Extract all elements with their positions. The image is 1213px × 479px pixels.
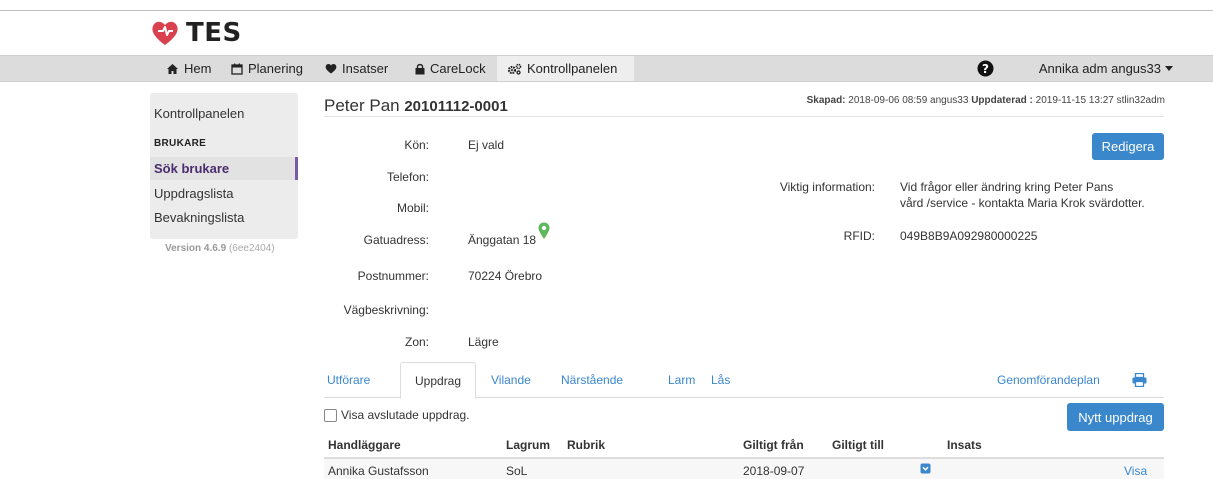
updated-label: Uppdaterad : [971,95,1033,106]
lock-icon [415,63,425,74]
tab-uppdrag[interactable]: Uppdrag [400,362,477,399]
record-meta: Skapad: 2018-09-06 08:59 angus33 Uppdate… [807,95,1165,106]
cell-lagrum: SoL [506,464,528,478]
viktig-information-label: Viktig information: [779,180,875,194]
kon-value: Ej vald [468,138,505,152]
column-header-rubrik[interactable]: Rubrik [567,438,605,452]
zon-label: Zon: [404,335,429,349]
edit-button[interactable]: Redigera [1092,133,1164,160]
mobil-label: Mobil: [396,201,429,215]
sidebar: Kontrollpanelen BRUKARE Sök brukare Uppd… [150,93,298,239]
postnummer-label: Postnummer: [357,269,429,283]
column-header-lagrum[interactable]: Lagrum [506,438,550,452]
cell-handlaggare: Annika Gustafsson [328,464,429,478]
nav-label: CareLock [430,61,486,76]
viktig-information-line: vård /service - kontakta Maria Krok svär… [900,196,1145,210]
rfid-label: RFID: [843,229,875,243]
version-number: Version 4.6.9 [165,243,227,254]
gatuadress-value: Änggatan 18 [468,233,537,247]
nav-label: Hem [184,61,212,76]
view-link[interactable]: Visa [1124,464,1147,478]
sidebar-item-label: Bevakningslista [154,210,245,225]
sidebar-item-uppdragslista[interactable]: Uppdragslista [150,182,298,205]
sidebar-section-heading: BRUKARE [154,138,207,149]
heart-logo-icon [152,21,178,45]
question-circle-icon[interactable]: ? [977,60,994,77]
nav-item-insatser[interactable]: Insatser [325,56,388,81]
user-name: Annika adm angus33 [1038,61,1161,76]
tab-label: Lås [711,373,731,387]
sidebar-item-sok-brukare[interactable]: Sök brukare [150,157,298,180]
version-label: Version 4.6.9 (6ee2404) [165,243,275,254]
person-id: 20101112-0001 [404,98,508,115]
gears-icon [507,63,522,75]
zon-value: Lägre [468,335,499,349]
genomforandeplan-link[interactable]: Genomförandeplan [997,362,1100,398]
nav-label: Kontrollpanelen [527,61,618,76]
nav-item-planering[interactable]: Planering [231,56,303,81]
calendar-icon [231,63,243,75]
home-icon [167,63,178,74]
nav-label: Planering [248,61,303,76]
column-header-handlaggare[interactable]: Handläggare [328,438,401,452]
tab-narstaende[interactable]: Närstående [561,362,623,398]
telefon-label: Telefon: [386,170,429,184]
main-navbar: Hem Planering Insatser CareLock Kontroll… [0,55,1213,82]
vagbeskrivning-label: Vägbeskrivning: [343,303,429,317]
tab-label: Utförare [327,373,371,387]
rfid-value: 049B8B9A092980000225 [900,229,1038,243]
sidebar-item-label: Sök brukare [154,161,230,176]
tab-label: Larm [668,373,696,387]
nav-item-carelock[interactable]: CareLock [415,56,486,81]
tab-label: Närstående [561,373,624,387]
column-header-giltigt-till[interactable]: Giltigt till [832,438,884,452]
updated-value: 2019-11-15 13:27 stlin32adm [1035,95,1165,106]
version-hash: (6ee2404) [228,243,275,254]
nav-item-kontrollpanelen[interactable]: Kontrollpanelen [497,56,634,81]
tab-utforare[interactable]: Utförare [327,362,370,398]
caret-down-icon [1165,66,1173,71]
viktig-information-line: Vid frågor eller ändring kring Peter Pan… [900,180,1114,194]
tab-las[interactable]: Lås [711,362,730,398]
column-header-giltigt-fran[interactable]: Giltigt från [743,438,804,452]
nav-label: Insatser [342,61,389,76]
gatuadress-label: Gatuadress: [363,233,429,247]
title-divider [324,116,1164,117]
heart-icon [325,64,337,74]
show-finished-checkbox[interactable] [324,409,337,422]
person-name: Peter Pan [324,96,400,115]
tab-bar: Utförare Uppdrag Vilande Närstående Larm… [324,362,1164,399]
show-finished-label: Visa avslutade uppdrag. [341,408,470,422]
user-menu[interactable]: Annika adm angus33 [1039,56,1173,81]
new-assignment-button[interactable]: Nytt uppdrag [1067,403,1164,431]
map-marker-icon[interactable] [538,222,550,240]
print-icon[interactable] [1132,373,1147,387]
app-logo[interactable]: TES [150,18,242,48]
sidebar-title[interactable]: Kontrollpanelen [154,106,244,121]
sidebar-item-bevakningslista[interactable]: Bevakningslista [150,206,298,229]
svg-text:?: ? [982,62,989,76]
postnummer-value: 70224 Örebro [468,269,543,283]
column-header-insats[interactable]: Insats [947,438,982,452]
logo-text: TES [186,18,242,48]
top-divider [0,10,1213,11]
tab-vilande[interactable]: Vilande [491,362,531,398]
tab-label: Vilande [491,373,531,387]
tab-larm[interactable]: Larm [668,362,695,398]
cell-giltigt-fran: 2018-09-07 [743,464,805,478]
kon-label: Kön: [404,138,429,152]
created-value: 2018-09-06 08:59 angus33 [848,95,969,106]
created-label: Skapad: [806,95,846,106]
tab-label: Uppdrag [415,373,462,388]
viktig-information-value: Vid frågor eller ändring kring Peter Pan… [900,179,1145,211]
page-title: Peter Pan 20101112-0001 [324,96,508,116]
expand-icon[interactable] [920,463,931,474]
sidebar-item-label: Uppdragslista [154,186,234,201]
nav-item-hem[interactable]: Hem [166,56,211,81]
